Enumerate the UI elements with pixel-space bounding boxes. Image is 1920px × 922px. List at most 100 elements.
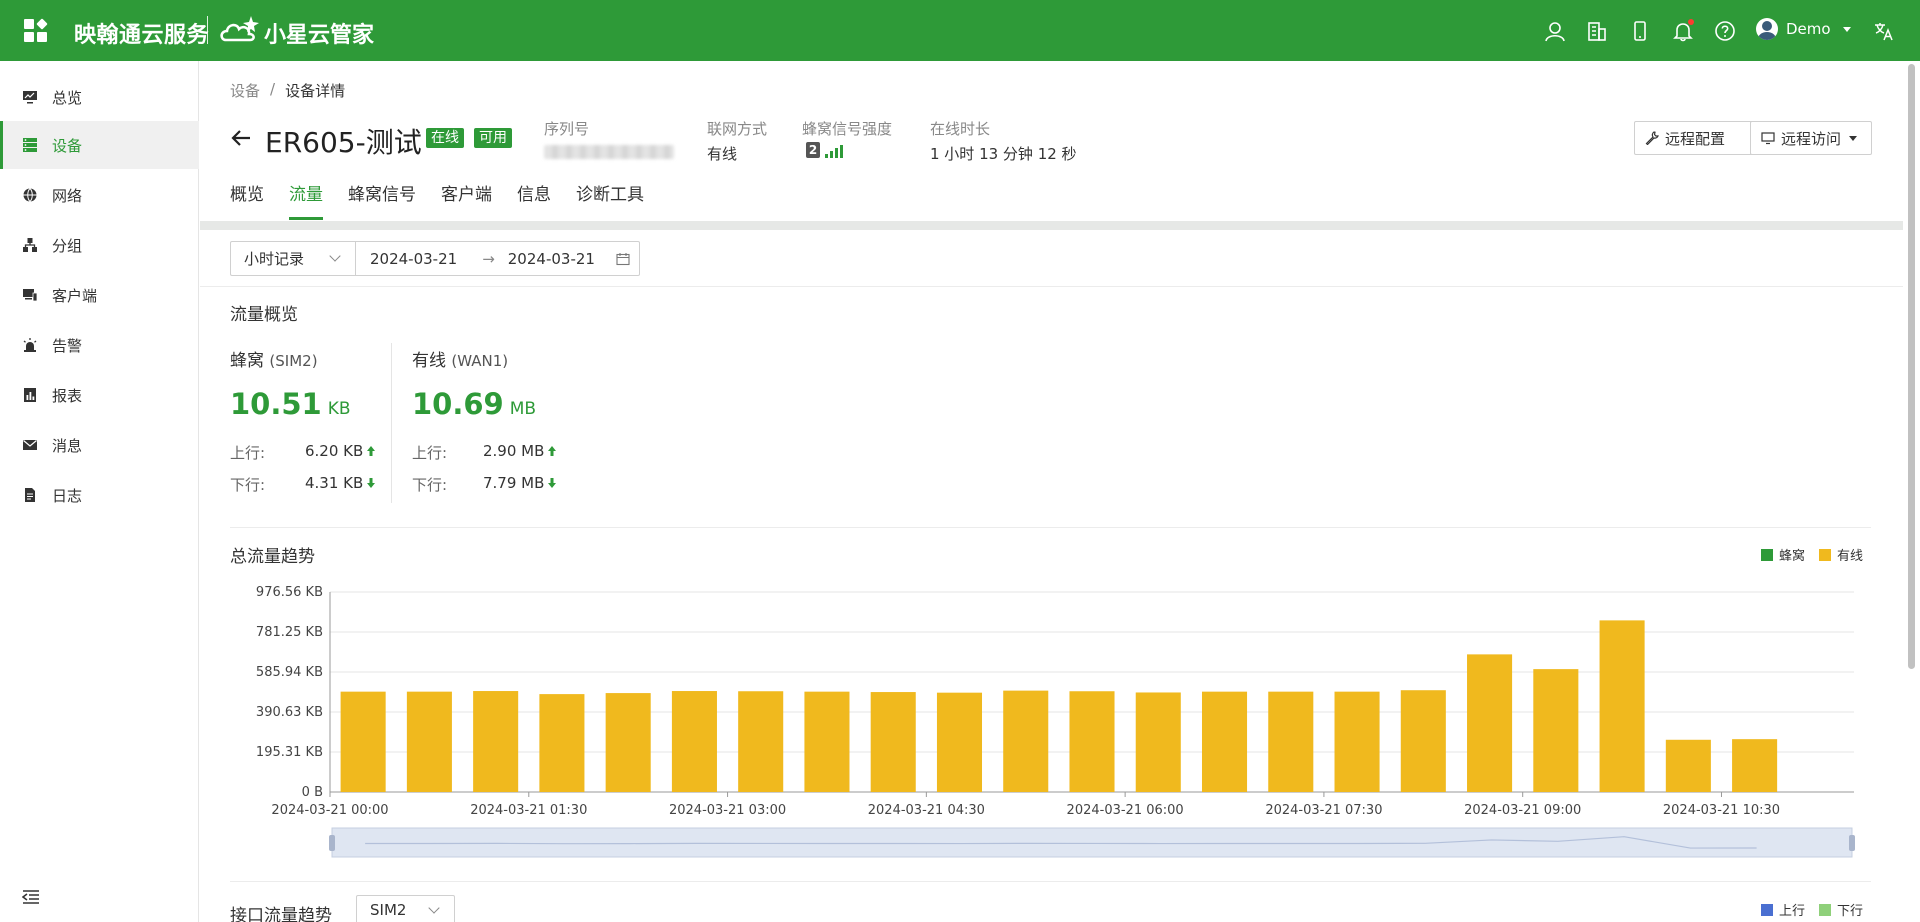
bar-wired: [1732, 739, 1778, 792]
sidebar-item-overview[interactable]: 总览: [0, 73, 199, 121]
x-tick-label: 2024-03-21 01:30: [470, 803, 587, 818]
cellular-up-label: 上行:: [230, 444, 266, 462]
building-icon[interactable]: [1586, 20, 1608, 42]
sidebar: 总览 设备 网络 分组 客户端 告警 报表 消息 日志: [0, 61, 199, 922]
help-icon[interactable]: [1714, 20, 1736, 42]
wired-name: 有线 (WAN1): [412, 346, 508, 371]
cellular-label: 蜂窝: [230, 351, 264, 371]
mail-icon: [23, 440, 37, 450]
wired-total-value: 10.69: [412, 387, 504, 421]
apps-icon[interactable]: [24, 18, 48, 43]
page-scrollbar[interactable]: [1905, 62, 1918, 922]
sidebar-item-alarms[interactable]: 告警: [0, 321, 199, 369]
tab-info[interactable]: 信息: [517, 180, 551, 220]
tab-traffic[interactable]: 流量: [289, 180, 323, 220]
interface-select[interactable]: SIM2: [356, 895, 455, 922]
filter-divider: [200, 286, 1903, 287]
bar-wired: [1334, 691, 1380, 792]
bar-wired: [1135, 692, 1181, 792]
notification-dot: [1688, 19, 1694, 25]
arrow-down-icon: [548, 478, 557, 488]
bar-wired: [1003, 690, 1049, 792]
breadcrumb-root[interactable]: 设备: [230, 80, 260, 101]
x-tick-label: 2024-03-21 07:30: [1265, 803, 1382, 818]
chevron-down-icon: [428, 902, 440, 914]
chevron-down-icon: [1842, 26, 1851, 32]
uptime-label: 在线时长: [930, 120, 991, 138]
chevron-down-icon: [329, 250, 341, 262]
trend-title: 总流量趋势: [230, 547, 315, 567]
chart-bottom-divider: [230, 881, 1871, 882]
signal-bar: [830, 151, 833, 158]
breadcrumb-separator: /: [270, 80, 276, 98]
sidebar-item-messages[interactable]: 消息: [0, 421, 199, 469]
end-date[interactable]: 2024-03-21: [508, 250, 595, 268]
signal-bar: [835, 148, 838, 158]
legend-swatch-wired: [1819, 548, 1832, 561]
x-tick-label: 2024-03-21 10:30: [1663, 803, 1780, 818]
bar-wired: [671, 691, 717, 792]
cellular-name: 蜂窝 (SIM2): [230, 346, 318, 371]
remote-access-label: 远程访问: [1781, 129, 1842, 148]
scrollbar-thumb[interactable]: [1908, 64, 1915, 669]
start-date[interactable]: 2024-03-21: [370, 250, 457, 268]
caret-down-icon: [1849, 135, 1858, 141]
bar-wired: [605, 693, 651, 792]
remote-config-button[interactable]: 远程配置: [1634, 121, 1768, 155]
sidebar-item-logs[interactable]: 日志: [0, 471, 199, 519]
collapse-sidebar-icon[interactable]: [22, 889, 40, 905]
bar-wired: [1069, 691, 1115, 792]
mobile-icon[interactable]: [1629, 20, 1651, 42]
iface-legend: 上行 下行: [1761, 900, 1863, 919]
sidebar-item-reports[interactable]: 报表: [0, 371, 199, 419]
brand-primary: 映翰通云服务: [74, 23, 210, 48]
tab-clients[interactable]: 客户端: [441, 180, 492, 220]
interface-select-value: SIM2: [370, 901, 407, 919]
legend-wired[interactable]: 有线: [1837, 545, 1863, 564]
sidebar-item-clients[interactable]: 客户端: [0, 271, 199, 319]
cloud-star-logo-icon: [220, 16, 259, 42]
cellular-down: 4.31 KB: [305, 474, 376, 492]
alarm-icon: [23, 338, 37, 352]
wired-up-label: 上行:: [412, 444, 448, 462]
bar-wired: [804, 691, 850, 792]
y-tick-label: 781.25 KB: [256, 625, 323, 640]
granularity-select[interactable]: 小时记录: [230, 241, 356, 276]
devices-icon: [23, 289, 38, 302]
wired-down-label: 下行:: [412, 476, 448, 494]
translate-icon[interactable]: [1873, 20, 1895, 42]
bell-icon[interactable]: [1672, 19, 1694, 42]
x-tick-label: 2024-03-21 03:00: [669, 803, 786, 818]
legend-down[interactable]: 下行: [1837, 900, 1863, 919]
legend-up[interactable]: 上行: [1779, 900, 1805, 919]
x-tick-label: 2024-03-21 04:30: [868, 803, 985, 818]
device-name: ER605-测试: [265, 126, 422, 159]
back-arrow-icon[interactable]: [230, 127, 252, 149]
sidebar-item-groups[interactable]: 分组: [0, 221, 199, 269]
serial-label: 序列号: [544, 120, 590, 138]
bar-wired: [1665, 739, 1711, 792]
wired-total: 10.69 MB: [412, 387, 536, 421]
y-tick-label: 390.63 KB: [256, 705, 323, 720]
breadcrumb-current: 设备详情: [285, 82, 346, 100]
user-menu[interactable]: Demo: [1756, 18, 1851, 40]
cellular-down-value: 4.31 KB: [305, 474, 364, 492]
tab-diagnostics[interactable]: 诊断工具: [576, 180, 644, 220]
sidebar-item-network[interactable]: 网络: [0, 171, 199, 219]
sidebar-item-label: 总览: [52, 88, 83, 107]
bar-wired: [1533, 669, 1579, 792]
legend-swatch-cellular: [1761, 548, 1773, 561]
zoom-slider-track: [331, 827, 1853, 858]
sidebar-item-devices[interactable]: 设备: [0, 121, 199, 169]
user-icon[interactable]: [1544, 20, 1566, 42]
signal-strength: 2: [806, 142, 843, 158]
remote-access-button[interactable]: 远程访问: [1750, 121, 1872, 155]
legend-cellular[interactable]: 蜂窝: [1779, 545, 1805, 564]
cellular-total-value: 10.51: [230, 387, 322, 421]
sidebar-item-label: 报表: [52, 386, 83, 405]
sidebar-item-label: 设备: [52, 136, 83, 155]
date-range-picker[interactable]: 2024-03-21 → 2024-03-21: [355, 241, 640, 276]
breadcrumb: 设备 / 设备详情: [230, 80, 345, 101]
tab-overview[interactable]: 概览: [230, 180, 264, 220]
tab-cellular[interactable]: 蜂窝信号: [348, 180, 416, 220]
